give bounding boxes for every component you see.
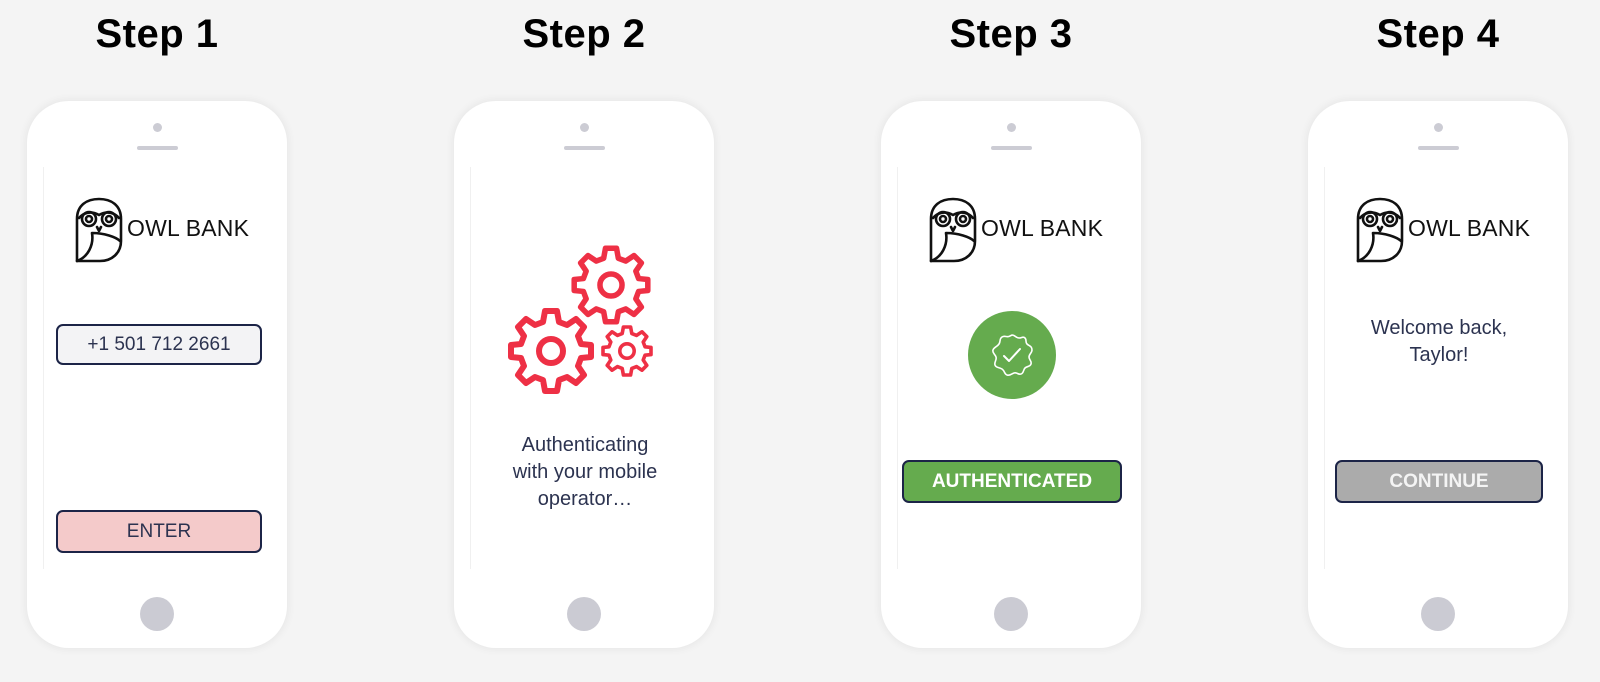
- phone-mockup: Authenticating with your mobile operator…: [454, 101, 714, 648]
- brand-name: OWL BANK: [981, 215, 1104, 241]
- status-line: with your mobile: [512, 461, 658, 483]
- home-button: [567, 597, 601, 631]
- speaker-slot: [991, 146, 1032, 150]
- authenticating-status: Authenticating with your mobile operator…: [471, 432, 699, 513]
- owl-bank-logo: OWL BANK: [74, 197, 264, 263]
- phone-mockup: OWL BANK +1 501 712 2661 ENTER: [27, 101, 287, 648]
- camera-dot: [1007, 123, 1016, 132]
- home-button: [994, 597, 1028, 631]
- authenticated-button[interactable]: AUTHENTICATED: [902, 460, 1122, 503]
- phone-screen: OWL BANK AUTHENTICATED: [897, 167, 1126, 569]
- step-title: Step 4: [1376, 12, 1500, 56]
- phone-number-input[interactable]: +1 501 712 2661: [56, 324, 262, 365]
- speaker-slot: [137, 146, 178, 150]
- owl-icon: [1356, 197, 1404, 263]
- owl-icon: [75, 197, 123, 263]
- camera-dot: [153, 123, 162, 132]
- camera-dot: [580, 123, 589, 132]
- enter-button[interactable]: ENTER: [56, 510, 262, 553]
- speaker-slot: [1418, 146, 1459, 150]
- status-line: operator…: [537, 488, 633, 510]
- brand-name: OWL BANK: [1408, 215, 1531, 241]
- step-title: Step 3: [949, 12, 1073, 56]
- camera-dot: [1434, 123, 1443, 132]
- owl-bank-logo: OWL BANK: [928, 197, 1118, 263]
- welcome-message: Welcome back, Taylor!: [1325, 315, 1553, 369]
- phone-screen: OWL BANK +1 501 712 2661 ENTER: [43, 167, 272, 569]
- owl-icon: [929, 197, 977, 263]
- phone-screen: OWL BANK Welcome back, Taylor! CONTINUE: [1324, 167, 1553, 569]
- success-circle: [968, 311, 1056, 399]
- welcome-line: Taylor!: [1409, 344, 1469, 366]
- gears-icon: [505, 245, 653, 405]
- step-title: Step 1: [95, 12, 219, 56]
- phone-screen: Authenticating with your mobile operator…: [470, 167, 699, 569]
- phone-mockup: OWL BANK AUTHENTICATED: [881, 101, 1141, 648]
- home-button: [1421, 597, 1455, 631]
- verified-badge-icon: [992, 334, 1033, 377]
- brand-name: OWL BANK: [127, 215, 250, 241]
- step-title: Step 2: [522, 12, 646, 56]
- continue-button[interactable]: CONTINUE: [1335, 460, 1543, 503]
- owl-bank-logo: OWL BANK: [1355, 197, 1545, 263]
- welcome-line: Welcome back,: [1370, 317, 1508, 339]
- status-line: Authenticating: [521, 434, 649, 456]
- speaker-slot: [564, 146, 605, 150]
- home-button: [140, 597, 174, 631]
- phone-mockup: OWL BANK Welcome back, Taylor! CONTINUE: [1308, 101, 1568, 648]
